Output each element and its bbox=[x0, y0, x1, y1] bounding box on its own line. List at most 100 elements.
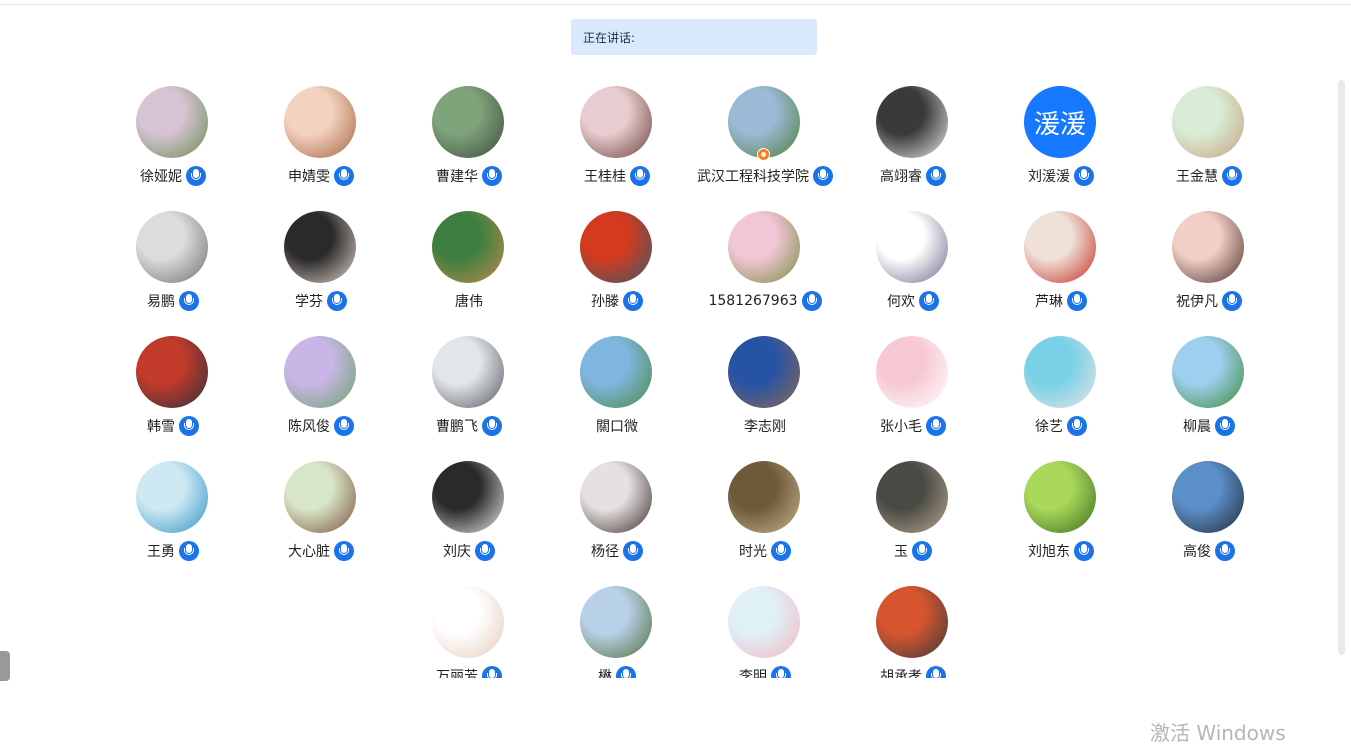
participant-tile[interactable]: 王勇 bbox=[99, 455, 247, 580]
participant-avatar bbox=[876, 336, 948, 408]
speaking-label: 正在讲话: bbox=[583, 30, 636, 45]
participant-tile[interactable]: 刘旭东 bbox=[987, 455, 1135, 580]
participant-tile[interactable]: 杨径 bbox=[543, 455, 691, 580]
participant-name: 玉 bbox=[894, 544, 908, 560]
participant-name-row: 李明 bbox=[691, 665, 839, 678]
participant-avatar bbox=[1172, 86, 1244, 158]
participant-name-row: 张小毛 bbox=[839, 415, 987, 437]
participant-tile[interactable]: 李志刚 bbox=[691, 330, 839, 455]
participant-name: 徐艺 bbox=[1035, 419, 1063, 435]
participant-name-row: 刘庆 bbox=[395, 540, 543, 562]
participant-tile[interactable]: 万丽芳 bbox=[395, 580, 543, 678]
participant-name: 武汉工程科技学院 bbox=[697, 169, 809, 185]
microphone-icon bbox=[1222, 166, 1242, 186]
participant-name-row: 李志刚 bbox=[691, 415, 839, 437]
participant-tile[interactable]: 大心脏 bbox=[247, 455, 395, 580]
participant-name: 楙 bbox=[598, 669, 612, 678]
participant-tile[interactable]: 胡承孝 bbox=[839, 580, 987, 678]
microphone-icon bbox=[771, 666, 791, 678]
participant-tile[interactable]: 孙滕 bbox=[543, 205, 691, 330]
participant-avatar bbox=[136, 461, 208, 533]
participant-name: 曹建华 bbox=[436, 169, 478, 185]
participant-tile[interactable]: 徐娅妮 bbox=[99, 80, 247, 205]
participant-name: 杨径 bbox=[591, 544, 619, 560]
participant-avatar bbox=[580, 86, 652, 158]
microphone-icon bbox=[616, 666, 636, 678]
participant-name-row: 何欢 bbox=[839, 290, 987, 312]
participant-name: 陈风俊 bbox=[288, 419, 330, 435]
participant-name-row: 芦琳 bbox=[987, 290, 1135, 312]
participant-name-row: 曹鹏飞 bbox=[395, 415, 543, 437]
participant-tile[interactable]: 高俊 bbox=[1135, 455, 1283, 580]
participant-tile[interactable]: 楙 bbox=[543, 580, 691, 678]
participant-tile[interactable]: 李明 bbox=[691, 580, 839, 678]
microphone-icon bbox=[926, 416, 946, 436]
participant-avatar bbox=[432, 211, 504, 283]
participant-avatar bbox=[580, 211, 652, 283]
participant-tile[interactable]: 柳晨 bbox=[1135, 330, 1283, 455]
participant-tile[interactable]: 玉 bbox=[839, 455, 987, 580]
participant-tile[interactable]: 易鹏 bbox=[99, 205, 247, 330]
participant-name: 柳晨 bbox=[1183, 419, 1211, 435]
participant-tile[interactable]: 刘庆 bbox=[395, 455, 543, 580]
participant-tile[interactable]: 张小毛 bbox=[839, 330, 987, 455]
participant-name-row: 万丽芳 bbox=[395, 665, 543, 678]
avatar-text: 湲湲 bbox=[1033, 109, 1086, 140]
participant-avatar bbox=[432, 336, 504, 408]
participant-name-row: 王勇 bbox=[99, 540, 247, 562]
participant-tile[interactable]: 王金慧 bbox=[1135, 80, 1283, 205]
microphone-icon bbox=[926, 166, 946, 186]
participant-name-row: 祝伊凡 bbox=[1135, 290, 1283, 312]
microphone-icon bbox=[919, 291, 939, 311]
microphone-icon bbox=[1074, 166, 1094, 186]
participant-tile[interactable]: 时光 bbox=[691, 455, 839, 580]
participant-name-row: 大心脏 bbox=[247, 540, 395, 562]
participant-name: 胡承孝 bbox=[880, 669, 922, 678]
participant-tile[interactable]: 曹建华 bbox=[395, 80, 543, 205]
participant-avatar bbox=[1172, 461, 1244, 533]
host-badge-icon bbox=[757, 148, 770, 161]
participant-name: 徐娅妮 bbox=[140, 169, 182, 185]
microphone-icon bbox=[334, 166, 354, 186]
participant-name: 曹鹏飞 bbox=[436, 419, 478, 435]
microphone-icon bbox=[334, 416, 354, 436]
microphone-icon bbox=[813, 166, 833, 186]
participant-tile[interactable]: 王桂桂 bbox=[543, 80, 691, 205]
participant-name-row: 时光 bbox=[691, 540, 839, 562]
participant-tile[interactable]: 唐伟 bbox=[395, 205, 543, 330]
microphone-icon bbox=[482, 166, 502, 186]
participant-name-row: 唐伟 bbox=[395, 290, 543, 312]
participant-tile[interactable]: 徐艺 bbox=[987, 330, 1135, 455]
participant-grid[interactable]: 徐娅妮 申婧雯 曹建华 王桂桂 武汉工程科技学院 高翊睿 湲湲 刘湲湲 王金慧 易鹏 学芬 唐伟 孙滕 1… bbox=[0, 80, 1336, 678]
participant-tile[interactable]: 關口微 bbox=[543, 330, 691, 455]
participant-tile[interactable]: 1581267963 bbox=[691, 205, 839, 330]
participant-tile[interactable]: 祝伊凡 bbox=[1135, 205, 1283, 330]
participant-tile[interactable]: 陈风俊 bbox=[247, 330, 395, 455]
participant-tile[interactable]: 学芬 bbox=[247, 205, 395, 330]
participant-avatar: 湲湲 bbox=[1024, 86, 1096, 158]
participant-name: 王桂桂 bbox=[584, 169, 626, 185]
microphone-icon bbox=[926, 666, 946, 678]
participant-tile[interactable]: 湲湲刘湲湲 bbox=[987, 80, 1135, 205]
microphone-icon bbox=[1067, 416, 1087, 436]
participant-avatar bbox=[1172, 336, 1244, 408]
participant-name: 韩雪 bbox=[147, 419, 175, 435]
participant-tile[interactable]: 高翊睿 bbox=[839, 80, 987, 205]
side-panel-handle[interactable] bbox=[0, 651, 10, 681]
participant-name: 高俊 bbox=[1183, 544, 1211, 560]
participant-name: 张小毛 bbox=[880, 419, 922, 435]
participant-tile[interactable]: 武汉工程科技学院 bbox=[691, 80, 839, 205]
participant-avatar bbox=[1024, 336, 1096, 408]
participant-tile[interactable]: 芦琳 bbox=[987, 205, 1135, 330]
participant-avatar bbox=[1024, 461, 1096, 533]
participant-tile[interactable]: 曹鹏飞 bbox=[395, 330, 543, 455]
participant-tile[interactable]: 申婧雯 bbox=[247, 80, 395, 205]
participant-name: 刘湲湲 bbox=[1028, 169, 1070, 185]
vertical-scrollbar[interactable] bbox=[1338, 80, 1345, 655]
participant-tile[interactable]: 韩雪 bbox=[99, 330, 247, 455]
participant-tile[interactable]: 何欢 bbox=[839, 205, 987, 330]
participant-name-row: 易鹏 bbox=[99, 290, 247, 312]
participant-avatar bbox=[1024, 211, 1096, 283]
microphone-icon bbox=[1067, 291, 1087, 311]
microphone-icon bbox=[179, 291, 199, 311]
